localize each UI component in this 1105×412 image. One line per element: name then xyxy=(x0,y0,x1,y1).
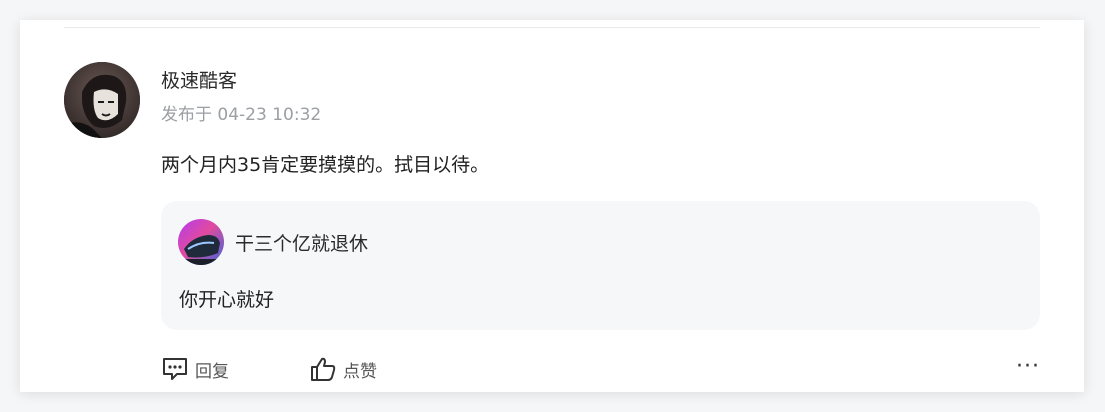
comment-card: 极速酷客 发布于 04-23 10:32 两个月内35肯定要摸摸的。拭目以待。 … xyxy=(20,20,1084,392)
reply-text: 你开心就好 xyxy=(179,289,275,311)
post-timestamp: 发布于 04-23 10:32 xyxy=(161,105,322,125)
reply-button[interactable]: 回复 xyxy=(161,356,229,382)
author-avatar[interactable] xyxy=(64,62,140,138)
top-divider xyxy=(64,27,1040,28)
reply-box: 干三个亿就退休 你开心就好 xyxy=(161,201,1040,330)
comment-text: 两个月内35肯定要摸摸的。拭目以待。 xyxy=(161,154,490,176)
ellipsis-icon: ··· xyxy=(1016,354,1040,379)
reply-label: 回复 xyxy=(195,361,229,382)
more-options-button[interactable]: ··· xyxy=(1016,356,1040,378)
comment-actions: 回复 点赞 ··· xyxy=(161,356,1040,386)
thumbs-up-icon xyxy=(309,356,337,382)
author-name[interactable]: 极速酷客 xyxy=(161,66,237,93)
like-label: 点赞 xyxy=(343,361,377,382)
like-button[interactable]: 点赞 xyxy=(309,356,377,382)
reply-author-avatar[interactable] xyxy=(178,219,224,265)
comment-bubble-icon xyxy=(161,356,189,382)
reply-author-name[interactable]: 干三个亿就退休 xyxy=(235,229,368,256)
